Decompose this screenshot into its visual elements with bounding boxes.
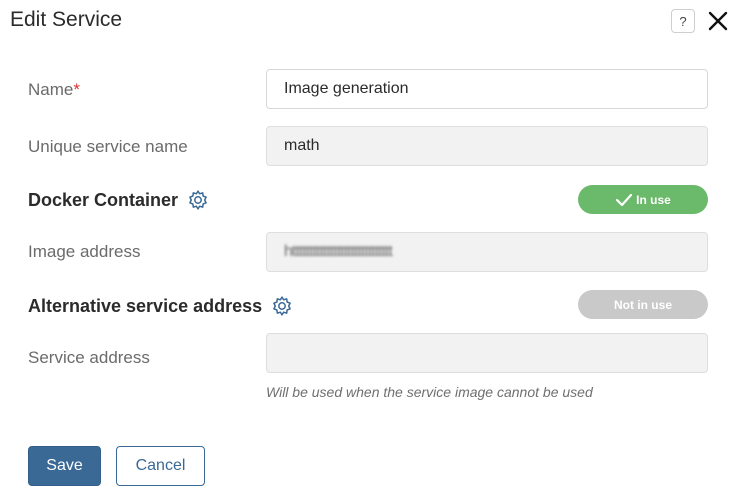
- unique-name-label: Unique service name: [28, 137, 188, 156]
- alternative-toggle-label: Not in use: [613, 297, 672, 312]
- unique-name-field: math: [266, 126, 708, 166]
- docker-in-use-toggle[interactable]: In use: [578, 185, 708, 214]
- docker-settings-gear-icon[interactable]: [186, 188, 210, 212]
- docker-section-heading: Docker Container: [28, 188, 210, 212]
- help-icon: ?: [679, 13, 687, 29]
- name-input[interactable]: Image generation: [266, 69, 708, 109]
- close-icon: [708, 11, 728, 31]
- dialog-title: Edit Service: [10, 8, 123, 31]
- gear-icon: [189, 190, 207, 210]
- name-label: Name*: [28, 80, 80, 100]
- cancel-button[interactable]: Cancel: [116, 446, 205, 486]
- docker-section-label: Docker Container: [28, 189, 179, 210]
- gear-icon: [273, 296, 291, 316]
- alternative-not-in-use-toggle[interactable]: Not in use: [578, 290, 708, 319]
- required-mark: *: [73, 80, 80, 99]
- name-input-value: Image generation: [284, 80, 409, 97]
- image-address-label: Image address: [28, 242, 141, 261]
- service-address-label: Service address: [28, 348, 150, 367]
- alternative-settings-gear-icon[interactable]: [270, 294, 294, 318]
- alternative-section-heading: Alternative service address: [28, 294, 294, 318]
- docker-toggle-label: In use: [636, 192, 671, 207]
- image-address-field: httttttttttttttttttttttttttttt: [266, 232, 708, 272]
- name-label-text: Name: [28, 80, 74, 99]
- service-address-field: [266, 333, 708, 373]
- image-address-value: httttttttttttttttttttttttttttt: [284, 243, 393, 260]
- alternative-section-label: Alternative service address: [28, 295, 263, 316]
- help-button[interactable]: ?: [671, 9, 695, 33]
- save-button[interactable]: Save: [28, 446, 101, 486]
- close-button[interactable]: [706, 9, 730, 33]
- check-icon: [616, 193, 633, 206]
- service-address-hint: Will be used when the service image cann…: [266, 384, 593, 400]
- unique-name-value: math: [284, 137, 320, 154]
